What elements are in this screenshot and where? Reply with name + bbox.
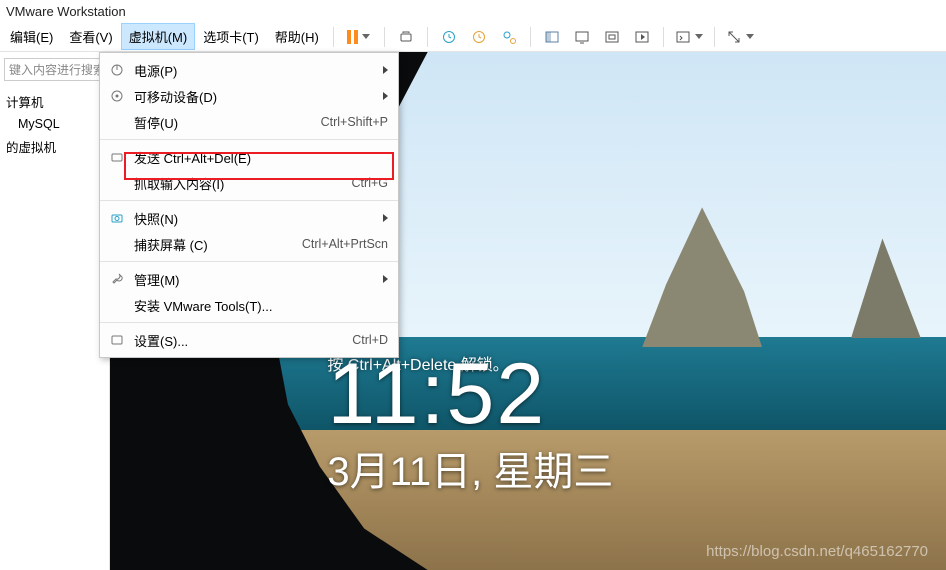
chevron-down-icon [695, 34, 703, 39]
toolbar-separator [530, 27, 531, 47]
clock-back-icon [471, 29, 487, 45]
console-icon [675, 29, 691, 45]
menu-manage[interactable]: 管理(M) [100, 266, 398, 292]
wrench-icon [106, 272, 128, 286]
menu-pause-label: 暂停(U) [128, 113, 321, 132]
menu-edit[interactable]: 编辑(E) [2, 23, 61, 50]
menu-separator [100, 139, 398, 140]
view-exclusive-button[interactable] [629, 24, 655, 50]
toolbar-separator [384, 27, 385, 47]
expand-icon [726, 29, 742, 45]
toolbar-separator [427, 27, 428, 47]
menu-removable-label: 可移动设备(D) [128, 87, 377, 106]
submenu-arrow-icon [383, 214, 388, 222]
menu-power-label: 电源(P) [128, 61, 377, 80]
submenu-arrow-icon [383, 92, 388, 100]
app-title: VMware Workstation [6, 4, 126, 19]
menu-separator [100, 322, 398, 323]
power-icon [106, 63, 128, 77]
vm-menu-dropdown: 电源(P) 可移动设备(D) 暂停(U) Ctrl+Shift+P 发送 Ctr… [99, 52, 399, 358]
menu-send-cad[interactable]: 发送 Ctrl+Alt+Del(E) [100, 144, 398, 170]
submenu-arrow-icon [383, 66, 388, 74]
menu-power[interactable]: 电源(P) [100, 57, 398, 83]
chevron-down-icon [746, 34, 754, 39]
menu-manage-label: 管理(M) [128, 270, 377, 289]
menu-settings-accel: Ctrl+D [352, 333, 388, 347]
submenu-arrow-icon [383, 275, 388, 283]
library-search[interactable]: 键入内容进行搜索 [4, 58, 105, 81]
tree-item-computer[interactable]: 计算机 [4, 89, 105, 114]
menu-vm[interactable]: 虚拟机(M) [121, 23, 196, 50]
toolbar-separator [714, 27, 715, 47]
sidebar: 键入内容进行搜索 计算机 MySQL 的虚拟机 [0, 52, 110, 570]
view-stretch-button[interactable] [599, 24, 625, 50]
menu-grab-accel: Ctrl+G [352, 176, 388, 190]
menu-view[interactable]: 查看(V) [61, 23, 120, 50]
menu-grab-input[interactable]: 抓取输入内容(I) Ctrl+G [100, 170, 398, 196]
send-cad-icon [106, 150, 128, 164]
snapshot-manage-button[interactable] [496, 24, 522, 50]
menu-separator [100, 261, 398, 262]
toolbar-separator [333, 27, 334, 47]
view-single-button[interactable] [539, 24, 565, 50]
pause-icon [347, 30, 358, 44]
chevron-down-icon [362, 34, 370, 39]
fullscreen-out-icon [634, 29, 650, 45]
settings-icon [106, 333, 128, 347]
menu-capture-accel: Ctrl+Alt+PrtScn [302, 237, 388, 251]
title-bar: VMware Workstation [0, 0, 946, 22]
send-cad-toolbar-button[interactable] [393, 24, 419, 50]
layout-single-icon [544, 29, 560, 45]
search-placeholder: 键入内容进行搜索 [9, 61, 105, 78]
menu-removable-devices[interactable]: 可移动设备(D) [100, 83, 398, 109]
menu-capture-label: 捕获屏幕 (C) [128, 235, 302, 254]
menu-separator [100, 200, 398, 201]
monitor-icon [574, 29, 590, 45]
enter-unity-button[interactable] [672, 24, 706, 50]
lockscreen-date: 3月11日, 星期三 [327, 439, 613, 497]
menu-snapshot[interactable]: 快照(N) [100, 205, 398, 231]
menu-bar: 编辑(E) 查看(V) 虚拟机(M) 选项卡(T) 帮助(H) [0, 22, 946, 52]
menu-tabs[interactable]: 选项卡(T) [195, 23, 267, 50]
clock-icon [441, 29, 457, 45]
lockscreen-clock: 11:52 3月11日, 星期三 [327, 351, 613, 497]
toolbar-separator [663, 27, 664, 47]
menu-pause[interactable]: 暂停(U) Ctrl+Shift+P [100, 109, 398, 135]
menu-help[interactable]: 帮助(H) [267, 23, 327, 50]
menu-capture[interactable]: 捕获屏幕 (C) Ctrl+Alt+PrtScn [100, 231, 398, 257]
clock-tree-icon [501, 29, 517, 45]
snapshot-revert-button[interactable] [466, 24, 492, 50]
tree-item-shared[interactable]: 的虚拟机 [4, 134, 105, 159]
pause-vm-button[interactable] [342, 24, 376, 50]
menu-snapshot-label: 快照(N) [128, 209, 377, 228]
menu-settings[interactable]: 设置(S)... Ctrl+D [100, 327, 398, 353]
menu-tools-label: 安装 VMware Tools(T)... [128, 296, 388, 315]
fit-icon [604, 29, 620, 45]
menu-pause-accel: Ctrl+Shift+P [321, 115, 388, 129]
devices-icon [106, 89, 128, 103]
send-icon [398, 29, 414, 45]
enter-fullscreen-button[interactable] [723, 24, 757, 50]
menu-install-tools[interactable]: 安装 VMware Tools(T)... [100, 292, 398, 318]
lockscreen-time: 11:52 [327, 351, 613, 437]
menu-grab-label: 抓取输入内容(I) [128, 174, 352, 193]
snapshot-take-button[interactable] [436, 24, 462, 50]
snapshot-icon [106, 211, 128, 225]
menu-settings-label: 设置(S)... [128, 331, 352, 350]
view-console-button[interactable] [569, 24, 595, 50]
watermark-text: https://blog.csdn.net/q465162770 [706, 543, 928, 560]
tree-item-mysql[interactable]: MySQL [4, 114, 105, 134]
menu-send-cad-label: 发送 Ctrl+Alt+Del(E) [128, 148, 388, 167]
